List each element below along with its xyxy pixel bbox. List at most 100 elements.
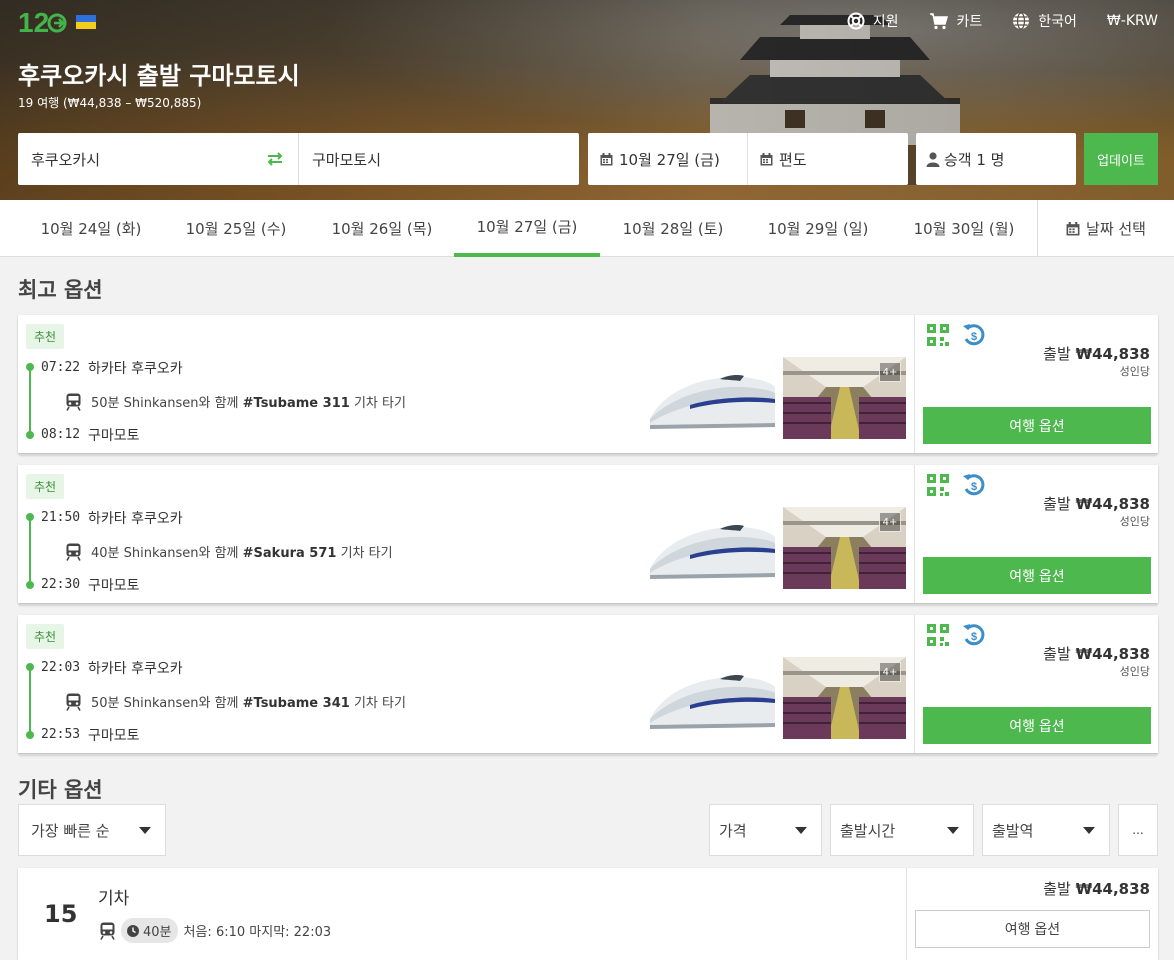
shinkansen-photo[interactable] [650, 507, 775, 589]
train-interior-photo[interactable]: 4+ [783, 507, 906, 589]
svg-text:$: $ [971, 331, 977, 343]
group-options-button[interactable]: 여행 옵션 [915, 910, 1150, 948]
train-group-card[interactable]: 15 기차 40분 처음: 6:10 마지막: 22:03 출발 ₩44,838… [18, 868, 1158, 960]
nav-language[interactable]: 한국어 [1012, 11, 1077, 31]
return-field[interactable]: 편도 [748, 133, 908, 185]
refund-icon: $ [963, 624, 985, 646]
to-field[interactable]: 구마모토시 [299, 133, 579, 185]
trip-options-button[interactable]: 여행 옵션 [923, 407, 1151, 444]
nav-cart-label: 카트 [956, 14, 983, 30]
recommended-badge: 추천 [26, 624, 65, 649]
date-tab-oct-25[interactable]: 10월 25일 (수) [163, 200, 309, 257]
trip-count: 15 [44, 900, 78, 928]
sort-dropdown[interactable]: 가장 빠른 순 [18, 804, 166, 856]
nav-cart[interactable]: 카트 [929, 11, 983, 31]
date-value: 10월 27일 (금) [619, 150, 720, 169]
trip-options-button[interactable]: 여행 옵션 [923, 557, 1151, 594]
train-details: 50분 Shinkansen와 함께 #Tsubame 311 기차 타기 [66, 392, 406, 411]
nav-support[interactable]: 지원 [847, 11, 899, 31]
svg-text:$: $ [971, 631, 977, 643]
train-group-info: 40분 처음: 6:10 마지막: 22:03 [100, 918, 331, 943]
date-tab-oct-30[interactable]: 10월 30일 (월) [891, 200, 1037, 257]
calendar-icon [1066, 221, 1080, 235]
departure-time-filter-label: 출발시간 [840, 821, 896, 840]
date-tab-oct-24[interactable]: 10월 24일 (화) [18, 200, 164, 257]
trip-card-3[interactable]: 추천 22:03 하카타 후쿠오카 50분 Shinkansen와 함께 #Ts… [18, 615, 1158, 753]
group-price-amount: ₩44,838 [1075, 880, 1150, 898]
arrival-time: 22:53 [41, 727, 81, 742]
departure-station-filter[interactable]: 출발역 [982, 804, 1110, 856]
date-field[interactable]: 10월 27일 (금) [588, 133, 748, 185]
train-icon [66, 393, 81, 411]
shinkansen-photo[interactable] [650, 357, 775, 439]
price-per: 성인당 [1119, 665, 1150, 678]
chevron-down-icon [795, 827, 807, 834]
trip-price: 출발 ₩44,838 [1043, 343, 1150, 364]
train-duration: 50분 Shinkansen와 함께 [91, 696, 239, 711]
departure-station: 하카타 후쿠오카 [88, 361, 183, 377]
chevron-down-icon [1083, 827, 1095, 834]
date-tab-oct-29[interactable]: 10월 29일 (일) [745, 200, 891, 257]
date-picker-label: 날짜 선택 [1086, 220, 1146, 238]
cart-icon [929, 13, 948, 30]
shinkansen-photo[interactable] [650, 657, 775, 739]
trip-price-panel: $ 출발 ₩44,838 성인당 여행 옵션 [914, 315, 1158, 453]
from-field[interactable]: 후쿠오카시 [18, 133, 299, 185]
from-value: 후쿠오카시 [31, 150, 101, 169]
nav-currency[interactable]: ₩-KRW [1107, 13, 1158, 29]
price-prefix: 출발 [1043, 495, 1071, 513]
chevron-down-icon [947, 827, 959, 834]
more-filters-label: ... [1132, 823, 1144, 837]
more-filters-button[interactable]: ... [1118, 804, 1158, 856]
train-icon [100, 922, 115, 940]
refund-icon: $ [963, 474, 985, 496]
photo-count: 4+ [879, 362, 901, 382]
duration-value: 40분 [143, 925, 172, 940]
date-tab-oct-28[interactable]: 10월 28일 (토) [600, 200, 746, 257]
nav-language-label: 한국어 [1038, 14, 1077, 30]
train-icon [66, 693, 81, 711]
page-subtitle: 19 여행 (₩44,838 – ₩520,885) [18, 96, 202, 110]
departure-station-filter-label: 출발역 [992, 821, 1034, 840]
departure-time-filter[interactable]: 출발시간 [830, 804, 974, 856]
date-tab-oct-26[interactable]: 10월 26일 (목) [309, 200, 455, 257]
refund-icon: $ [963, 324, 985, 346]
svg-text:$: $ [971, 481, 977, 493]
trip-price-panel: $ 출발 ₩44,838 성인당 여행 옵션 [914, 465, 1158, 603]
departure-dot [26, 363, 34, 371]
train-details: 40분 Shinkansen와 함께 #Sakura 571 기차 타기 [66, 542, 393, 561]
arrival-station: 구마모토 [88, 728, 140, 744]
qr-code-icon [927, 324, 949, 346]
date-tab-oct-27[interactable]: 10월 27일 (금) [454, 200, 600, 257]
date-search: 10월 27일 (금) 편도 [588, 133, 908, 185]
trip-card-2[interactable]: 추천 21:50 하카타 후쿠오카 40분 Shinkansen와 함께 #Sa… [18, 465, 1158, 603]
photo-count: 4+ [879, 512, 901, 532]
update-button[interactable]: 업데이트 [1084, 133, 1158, 185]
price-filter[interactable]: 가격 [709, 804, 822, 856]
swap-icon[interactable] [266, 152, 284, 166]
transport-type: 기차 [98, 889, 130, 909]
sort-value: 가장 빠른 순 [31, 821, 110, 840]
photo-count: 4+ [879, 662, 901, 682]
passenger-value: 승객 1 명 [944, 150, 1005, 169]
lifebuoy-icon [847, 12, 865, 30]
price-filter-label: 가격 [719, 821, 747, 840]
departure-station: 하카타 후쿠오카 [88, 661, 183, 677]
train-interior-photo[interactable]: 4+ [783, 657, 906, 739]
trip-price-panel: $ 출발 ₩44,838 성인당 여행 옵션 [914, 615, 1158, 753]
departure-time: 22:03 [41, 660, 81, 675]
arrival-dot [26, 581, 34, 589]
train-description: 40분 Shinkansen와 함께 #Sakura 571 기차 타기 [91, 542, 393, 561]
trip-card-1[interactable]: 추천 07:22 하카타 후쿠오카 50분 Shinkansen와 함께 #Ts… [18, 315, 1158, 453]
recommended-badge: 추천 [26, 474, 65, 499]
train-number: #Tsubame 311 [242, 396, 350, 411]
timeline [29, 517, 31, 585]
train-interior-photo[interactable]: 4+ [783, 357, 906, 439]
date-picker-button[interactable]: 날짜 선택 [1037, 200, 1174, 257]
passenger-field[interactable]: 승객 1 명 [916, 133, 1076, 185]
departure-time: 07:22 [41, 360, 81, 375]
route-search: 후쿠오카시 구마모토시 [18, 133, 579, 185]
logo[interactable]: 12 [18, 6, 96, 38]
nav-support-label: 지원 [872, 14, 899, 30]
trip-options-button[interactable]: 여행 옵션 [923, 707, 1151, 744]
